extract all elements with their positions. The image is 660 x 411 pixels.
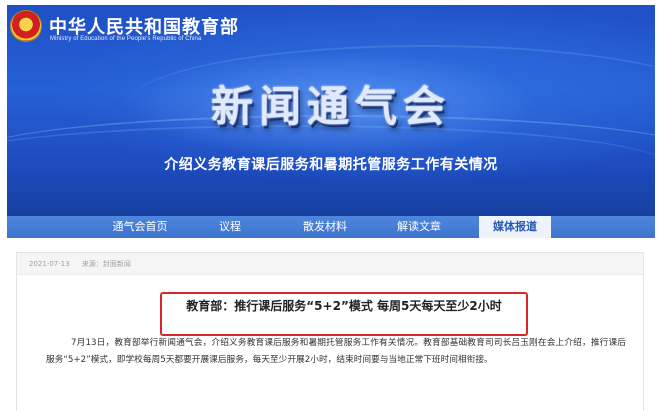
nav-item-home[interactable]: 通气会首页 [100, 216, 180, 238]
page-subtitle: 介绍义务教育课后服务和暑期托管服务工作有关情况 [164, 157, 498, 173]
article-date: 2021-07-13 [29, 260, 70, 268]
press-banner: 中华人民共和国教育部 Ministry of Education of the … [7, 5, 655, 216]
nav-item-media-reports[interactable]: 媒体报道 [479, 216, 551, 238]
main-nav: 通气会首页 议程 散发材料 解读文章 媒体报道 [7, 216, 655, 238]
ministry-name-english: Ministry of Education of the People's Re… [50, 36, 202, 42]
nav-item-materials[interactable]: 散发材料 [290, 216, 360, 238]
article-headline: 教育部：推行课后服务“5+2”模式 每周5天每天至少2小时 [186, 299, 502, 313]
page-title: 新闻通气会 [210, 82, 451, 131]
national-emblem-icon [11, 11, 41, 41]
article-source: 来源：封面新闻 [81, 260, 131, 268]
nav-item-articles[interactable]: 解读文章 [384, 216, 454, 238]
article-body: 7月13日，教育部举行新闻通气会，介绍义务教育课后服务和暑期托管服务工作有关情况… [46, 338, 626, 365]
article-meta: 2021-07-13 来源：封面新闻 [17, 253, 643, 275]
nav-item-agenda[interactable]: 议程 [200, 216, 260, 238]
